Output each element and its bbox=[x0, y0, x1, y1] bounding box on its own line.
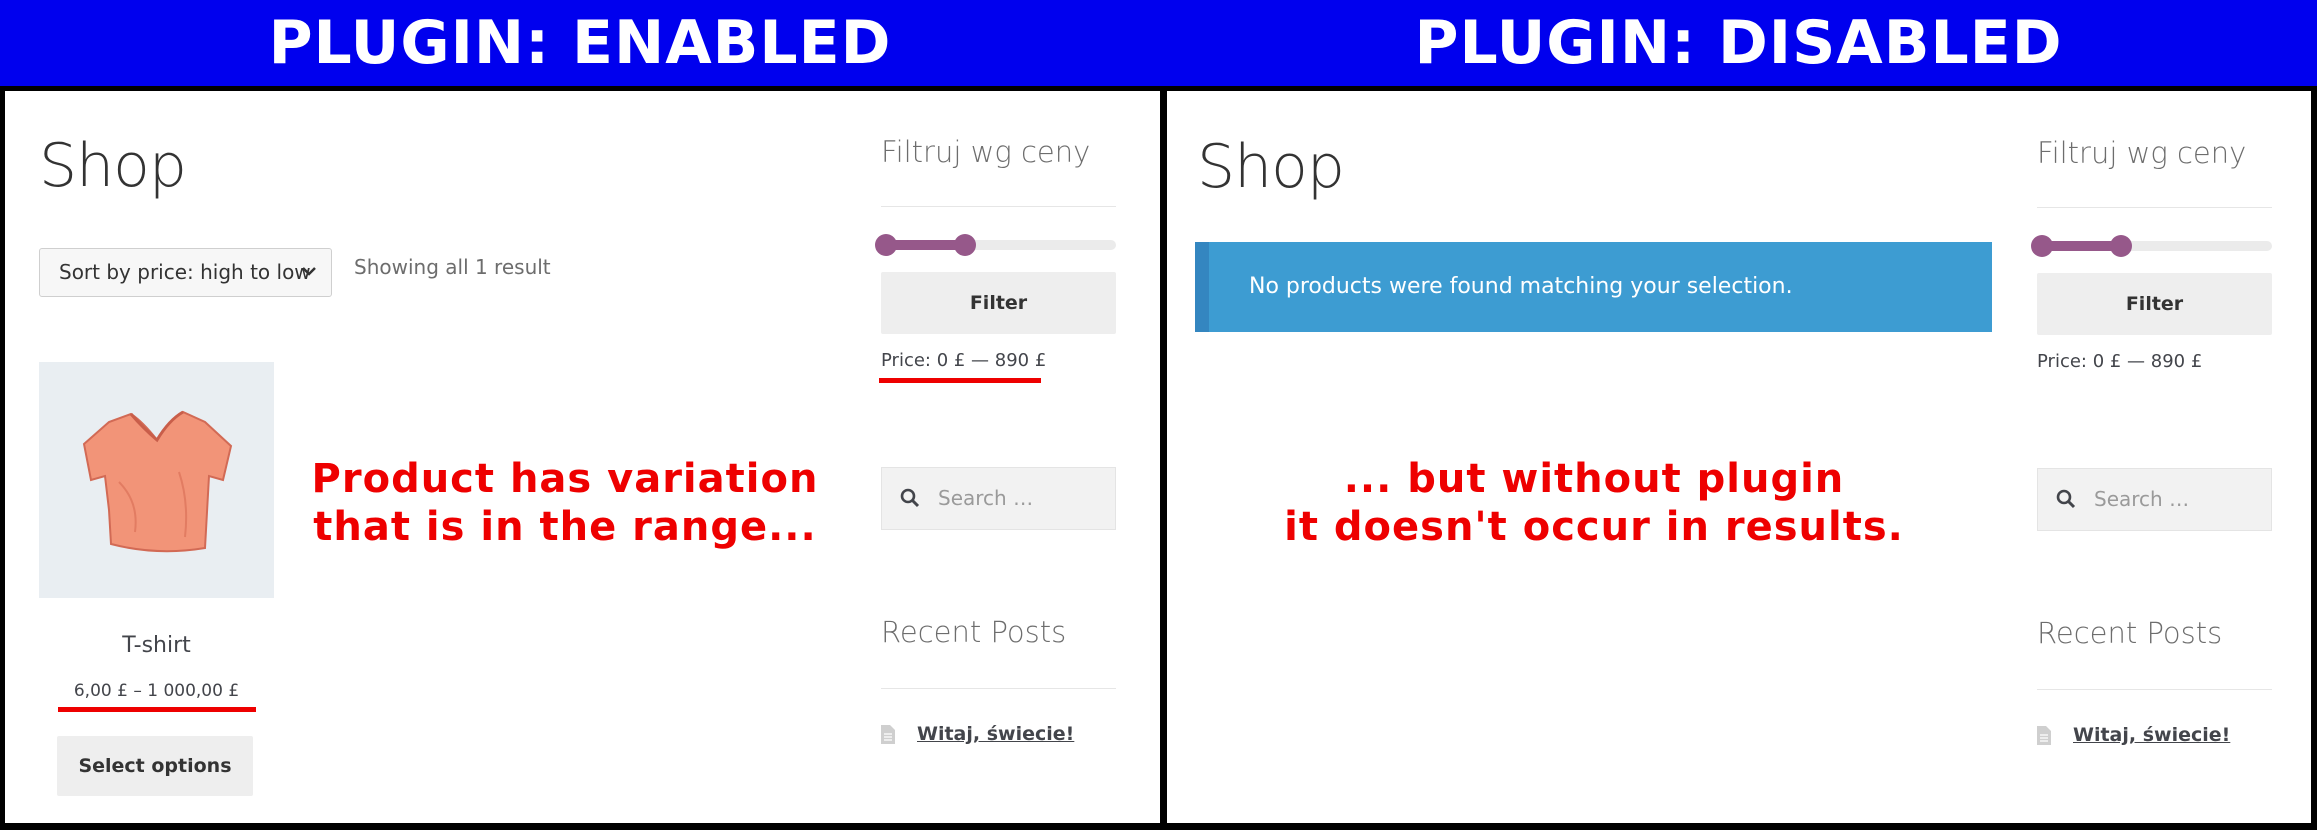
recent-post-link[interactable]: Witaj, świecie! bbox=[917, 723, 1074, 745]
price-slider-max-handle[interactable] bbox=[2110, 235, 2132, 257]
search-icon bbox=[2056, 489, 2076, 509]
panel-plugin-enabled: Shop Sort by price: high to low Showing … bbox=[5, 91, 1160, 823]
price-range-label: Price: 0 £ — 890 £ bbox=[881, 350, 1047, 371]
divider bbox=[2037, 207, 2272, 208]
annotation-line: it doesn't occur in results. bbox=[1284, 504, 1904, 550]
t-shirt-image bbox=[82, 410, 233, 553]
price-slider[interactable] bbox=[2031, 235, 2272, 257]
highlight-underline bbox=[879, 378, 1041, 383]
divider bbox=[881, 206, 1116, 207]
annotation: ... but without plugin it doesn't occur … bbox=[1269, 455, 1919, 551]
highlight-underline bbox=[58, 707, 256, 712]
search-input[interactable]: Search … bbox=[881, 467, 1116, 530]
notice-text: No products were found matching your sel… bbox=[1249, 274, 1793, 299]
price-slider-min-handle[interactable] bbox=[875, 234, 897, 256]
banner-plugin-enabled: PLUGIN: ENABLED bbox=[0, 0, 1160, 86]
sort-select[interactable]: Sort by price: high to low bbox=[39, 248, 332, 297]
annotation: Product has variation that is in the ran… bbox=[285, 455, 845, 551]
price-range-label: Price: 0 £ — 890 £ bbox=[2037, 351, 2203, 372]
page-title: Shop bbox=[39, 131, 187, 201]
document-icon bbox=[2037, 726, 2051, 745]
search-placeholder: Search … bbox=[2094, 487, 2190, 511]
filter-button[interactable]: Filter bbox=[2037, 273, 2272, 335]
price-slider-min-handle[interactable] bbox=[2031, 235, 2053, 257]
chevron-down-icon bbox=[301, 249, 317, 314]
search-placeholder: Search … bbox=[938, 486, 1034, 510]
sort-select-value: Sort by price: high to low bbox=[59, 260, 311, 284]
price-slider-max-handle[interactable] bbox=[954, 234, 976, 256]
recent-posts-title: Recent Posts bbox=[2037, 616, 2223, 650]
select-options-button[interactable]: Select options bbox=[57, 736, 253, 796]
divider bbox=[881, 688, 1116, 689]
annotation-line: that is in the range... bbox=[313, 504, 817, 550]
recent-post-link[interactable]: Witaj, świecie! bbox=[2073, 724, 2230, 746]
product-image[interactable] bbox=[39, 362, 274, 598]
panel-plugin-disabled: Shop No products were found matching you… bbox=[1167, 91, 2311, 823]
recent-posts-title: Recent Posts bbox=[881, 615, 1067, 649]
page-title: Shop bbox=[1197, 132, 1345, 202]
search-icon bbox=[900, 488, 920, 508]
filter-button[interactable]: Filter bbox=[881, 272, 1116, 334]
annotation-line: ... but without plugin bbox=[1343, 456, 1845, 502]
price-filter-title: Filtruj wg ceny bbox=[881, 135, 1091, 169]
product-title[interactable]: T-shirt bbox=[39, 633, 274, 658]
divider bbox=[2037, 689, 2272, 690]
search-input[interactable]: Search … bbox=[2037, 468, 2272, 531]
result-count: Showing all 1 result bbox=[354, 255, 551, 279]
notice-accent-bar bbox=[1195, 242, 1209, 332]
product-price: 6,00 £ – 1 000,00 £ bbox=[73, 681, 240, 701]
banner-plugin-disabled: PLUGIN: DISABLED bbox=[1160, 0, 2317, 86]
price-slider[interactable] bbox=[875, 234, 1116, 256]
no-products-notice: No products were found matching your sel… bbox=[1195, 242, 1992, 332]
document-icon bbox=[881, 725, 895, 744]
annotation-line: Product has variation bbox=[311, 456, 819, 502]
price-filter-title: Filtruj wg ceny bbox=[2037, 136, 2247, 170]
